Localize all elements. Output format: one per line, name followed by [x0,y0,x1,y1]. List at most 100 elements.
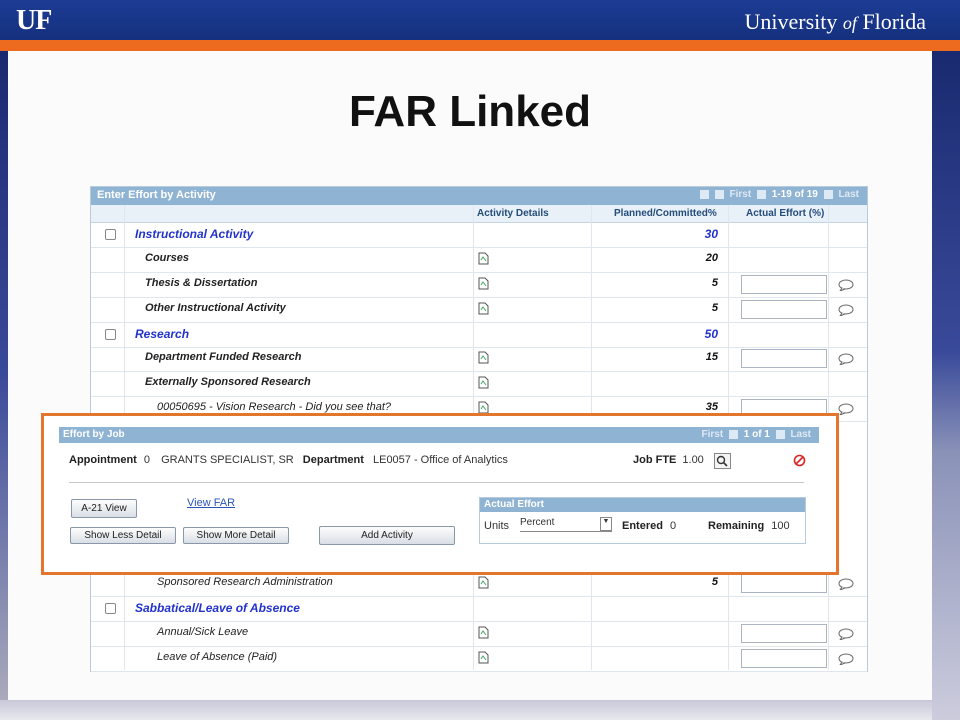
actual-effort-input[interactable] [741,624,827,643]
row-label: Sponsored Research Administration [157,576,333,588]
activity-detail-icon[interactable] [478,626,489,639]
activity-detail-icon[interactable] [478,302,489,315]
comment-icon[interactable] [838,627,854,642]
university-suffix: Florida [856,9,926,34]
department-label: Department [302,454,364,466]
row-label: Leave of Absence (Paid) [157,651,278,663]
comment-icon[interactable] [838,352,854,367]
actual-effort-input[interactable] [741,649,827,668]
grid-title: Enter Effort by Activity [97,189,216,201]
row-label: Research [135,327,190,341]
units-select[interactable]: Percent ▼ [520,517,612,532]
prev-icon[interactable] [728,429,738,439]
view-far-link[interactable]: View FAR [187,497,235,509]
row-checkbox[interactable] [105,329,116,340]
planned-value: 5 [711,302,718,314]
add-activity-button[interactable]: Add Activity [319,526,455,545]
row-label: Annual/Sick Leave [157,626,249,638]
activity-detail-icon[interactable] [478,277,489,290]
panel-nav: First 1 of 1 Last [702,429,811,440]
activity-detail-icon[interactable] [478,351,489,364]
bottom-edge [0,700,932,720]
department-value: LE0057 - Office of Analytics [372,454,508,466]
table-row: Sabbatical/Leave of Absence [91,596,867,622]
next-icon[interactable] [823,189,833,199]
uf-logo: UF [16,5,52,36]
panel-title: Effort by Job [63,429,125,440]
row-label: Instructional Activity [135,227,254,241]
delete-icon[interactable] [793,454,806,467]
units-label: Units [484,520,510,532]
table-row: Department Funded Research 15 [91,346,867,372]
planned-value: 50 [704,327,718,341]
entered-group: Entered 0 [622,520,676,532]
panel-nav-last[interactable]: Last [790,429,811,440]
panel-nav-first[interactable]: First [702,429,724,440]
row-label: 00050695 - Vision Research - Did you see… [157,401,391,413]
row-checkbox[interactable] [105,603,116,614]
comment-icon[interactable] [838,652,854,667]
col-activity-details: Activity Details [477,208,549,219]
row-checkbox[interactable] [105,229,116,240]
col-planned: Planned/Committed% [614,208,717,219]
activity-detail-icon[interactable] [478,252,489,265]
appointment-value: 0 [143,454,151,466]
panel-nav-range: 1 of 1 [743,429,770,440]
university-of: of [842,13,857,33]
university-wordmark: University of Florida [745,9,926,35]
prev-icon[interactable] [756,189,766,199]
nav-last[interactable]: Last [838,189,859,200]
table-row: Research 50 [91,322,867,348]
actual-effort-input[interactable] [741,574,827,593]
export-icon[interactable] [699,189,709,199]
grid-view-icon[interactable] [714,189,724,199]
effort-by-job-panel: Effort by Job First 1 of 1 Last Appointm… [59,427,819,555]
row-label: Department Funded Research [145,351,302,363]
remaining-value: 100 [771,520,790,532]
job-fte: Job FTE 1.00 [633,454,704,466]
table-row: Leave of Absence (Paid) [91,646,867,672]
planned-value: 30 [704,227,718,241]
actual-effort-title: Actual Effort [480,498,805,512]
row-label: Sabbatical/Leave of Absence [135,601,300,615]
units-value: Percent [520,517,555,528]
comment-icon[interactable] [838,577,854,592]
table-row: Annual/Sick Leave [91,621,867,647]
a21-view-button[interactable]: A-21 View [71,499,137,518]
planned-value: 15 [705,351,718,363]
col-actual: Actual Effort (%) [746,208,825,219]
actual-effort-input[interactable] [741,300,827,319]
row-label: Other Instructional Activity [145,302,286,314]
slide: FAR Linked Enter Effort by Activity Firs… [8,51,932,700]
entered-label: Entered [622,520,663,532]
row-label: Externally Sponsored Research [145,376,311,388]
comment-icon[interactable] [838,402,854,417]
table-row: Externally Sponsored Research [91,371,867,397]
next-icon[interactable] [775,429,785,439]
nav-first[interactable]: First [730,189,752,200]
comment-icon[interactable] [838,278,854,293]
table-row: Courses 20 [91,247,867,273]
lookup-button[interactable] [714,453,731,469]
panel-divider [69,482,804,483]
actual-effort-input[interactable] [741,349,827,368]
search-icon [716,455,728,467]
table-row: Instructional Activity 30 [91,222,867,248]
show-less-detail-button[interactable]: Show Less Detail [70,527,176,544]
job-fte-label: Job FTE [633,454,677,466]
left-edge [0,51,8,700]
chevron-down-icon: ▼ [600,517,612,531]
comment-icon[interactable] [838,303,854,318]
activity-detail-icon[interactable] [478,651,489,664]
activity-detail-icon[interactable] [478,576,489,589]
activity-detail-icon[interactable] [478,376,489,389]
planned-value: 5 [711,576,718,588]
right-edge [932,51,960,720]
job-fte-value: 1.00 [682,454,704,466]
show-more-detail-button[interactable]: Show More Detail [183,527,289,544]
planned-value: 5 [711,277,718,289]
accent-bar [0,40,960,51]
row-label: Courses [145,252,190,264]
actual-effort-box: Actual Effort Units Percent ▼ Entered 0 … [479,497,806,544]
actual-effort-input[interactable] [741,275,827,294]
